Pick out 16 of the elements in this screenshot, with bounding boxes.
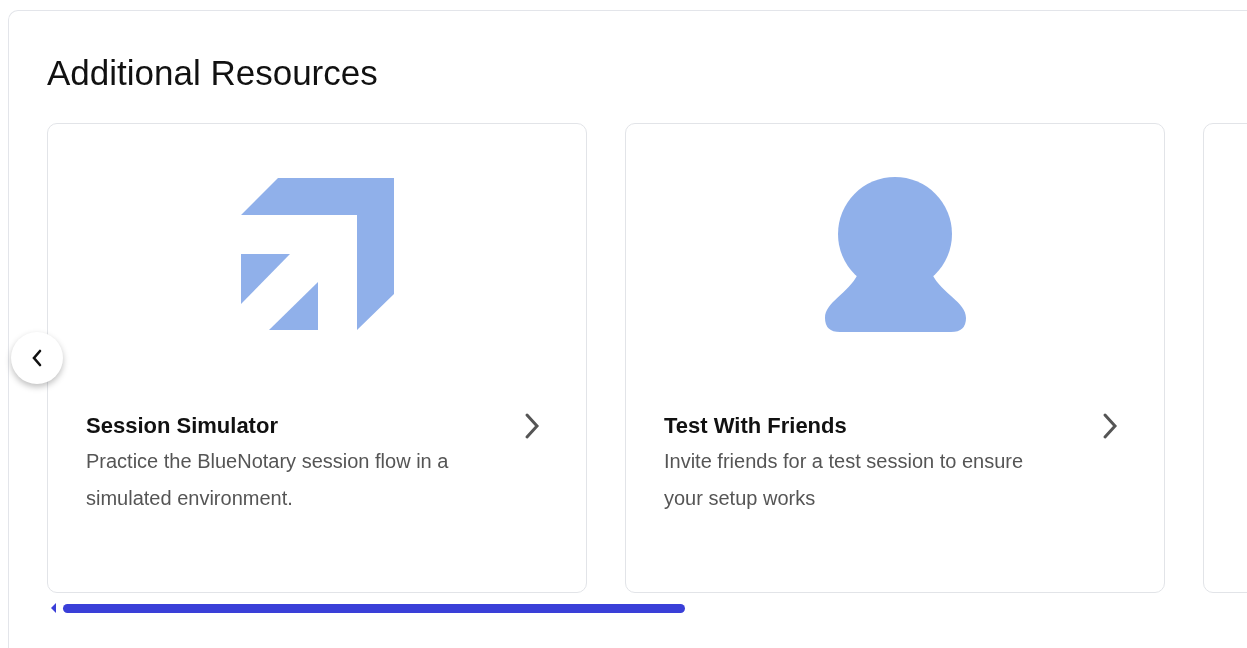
card-description: Invite friends for a test session to ensure: [664, 449, 1025, 474]
card-description: Practice the BlueNotary session flow in a: [86, 449, 450, 474]
chevron-right-icon: [1102, 412, 1118, 440]
section-title: Additional Resources: [47, 52, 379, 94]
scrollbar-thumb[interactable]: [63, 603, 685, 613]
scroll-left-arrow-icon[interactable]: [51, 603, 57, 613]
chevron-right-icon: [524, 412, 540, 440]
card-description: your setup works: [664, 486, 817, 511]
diagonal-arrow-icon: [239, 177, 395, 332]
person-silhouette-icon: [823, 176, 967, 332]
card-description: simulated environment.: [86, 486, 294, 511]
card-title: Session Simulator: [86, 413, 278, 439]
card-title: Test With Friends: [664, 413, 847, 439]
chevron-left-icon: [31, 349, 43, 367]
resource-card[interactable]: Test With Friends Invite friends for a test session to ensure your setup works: [625, 123, 1165, 593]
resource-card[interactable]: Session Simulator Practice the BlueNotary session flow in a simulated environment.: [47, 123, 587, 593]
